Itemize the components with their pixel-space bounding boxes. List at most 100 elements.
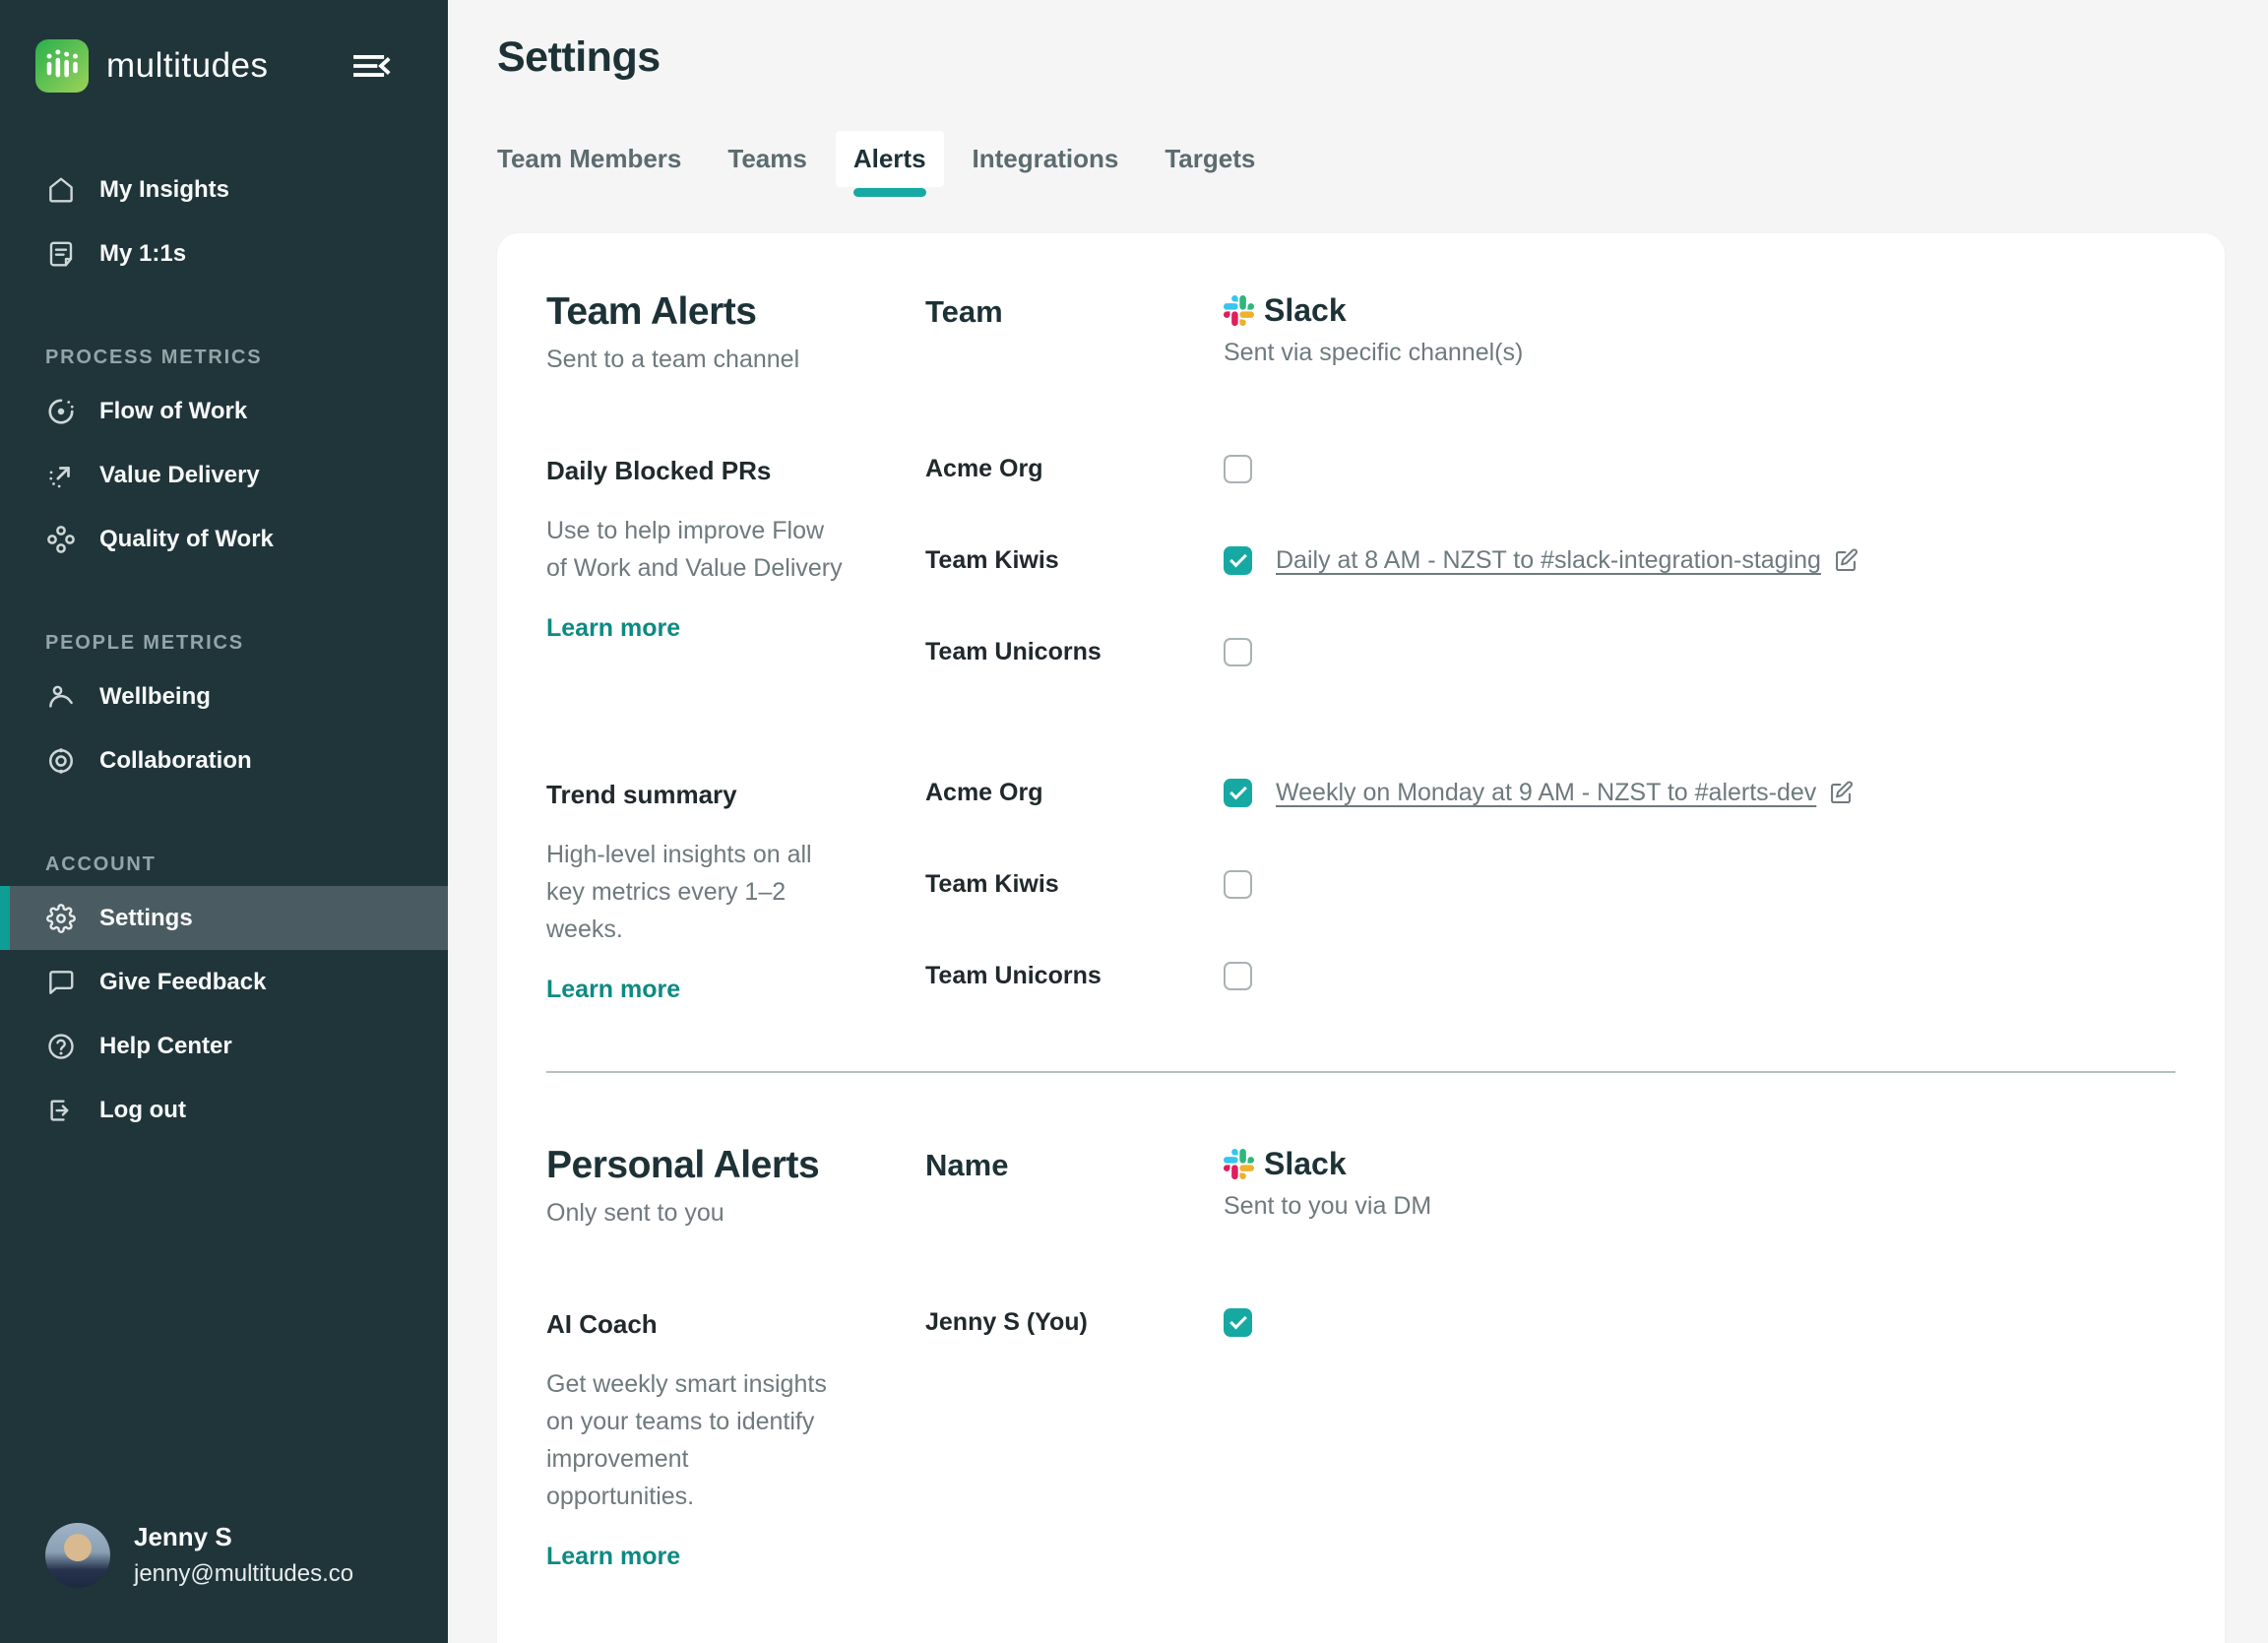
alert-group-trend-summary: Trend summary High-level insights on all…: [546, 747, 2175, 1022]
team-label: Acme Org: [925, 455, 1224, 483]
sidebar: multitudes My Insights My 1:1s PROCESS M…: [0, 0, 448, 1643]
tab-targets[interactable]: Targets: [1147, 131, 1273, 197]
learn-more-link[interactable]: Learn more: [546, 614, 680, 643]
alert-name: 1:1 prompts: [546, 1628, 925, 1643]
nav-label: Log out: [99, 1097, 186, 1124]
alerts-card: Team Alerts Sent to a team channel Team …: [497, 233, 2225, 1643]
tab-integrations[interactable]: Integrations: [955, 131, 1137, 197]
alert-row: Acme Org Weekly on Monday at 9 AM - NZST…: [925, 747, 2175, 839]
learn-more-link[interactable]: Learn more: [546, 976, 680, 1004]
team-label: Team Kiwis: [925, 546, 1224, 575]
team-alerts-header: Team Alerts Sent to a team channel Team …: [546, 290, 2175, 374]
name-label: Jenny S (You): [925, 1308, 1224, 1337]
nav-label: Collaboration: [99, 747, 252, 775]
brand: multitudes: [35, 39, 269, 93]
flow-of-work-icon: [45, 397, 77, 426]
sidebar-item-my-insights[interactable]: My Insights: [0, 158, 448, 221]
user-info: Jenny S jenny@multitudes.co: [134, 1522, 353, 1588]
learn-more-link[interactable]: Learn more: [546, 1543, 680, 1571]
team-label: Team Unicorns: [925, 638, 1224, 666]
sidebar-item-help-center[interactable]: Help Center: [0, 1014, 448, 1078]
sidebar-item-value-delivery[interactable]: Value Delivery: [0, 443, 448, 507]
nav-label: Flow of Work: [99, 398, 247, 425]
sidebar-item-give-feedback[interactable]: Give Feedback: [0, 950, 448, 1014]
sidebar-collapse-button[interactable]: [351, 49, 393, 83]
alert-checkbox[interactable]: [1224, 455, 1252, 483]
slack-icon: [1224, 1149, 1254, 1179]
nav-label: Give Feedback: [99, 969, 266, 996]
tab-alerts[interactable]: Alerts: [836, 131, 944, 197]
section-title-process-metrics: PROCESS METRICS: [0, 347, 448, 369]
main-content: Settings Team Members Teams Alerts Integ…: [448, 0, 2268, 1643]
alert-checkbox[interactable]: [1224, 779, 1252, 807]
edit-icon: [1828, 780, 1855, 806]
logout-icon: [45, 1096, 77, 1125]
sidebar-item-my-1-1s[interactable]: My 1:1s: [0, 221, 448, 285]
schedule-link[interactable]: Weekly on Monday at 9 AM - NZST to #aler…: [1276, 779, 1855, 807]
multitudes-logo-icon: [35, 39, 89, 93]
brand-row: multitudes: [0, 0, 448, 93]
name-column-header: Name: [925, 1144, 1224, 1183]
sidebar-item-flow-of-work[interactable]: Flow of Work: [0, 379, 448, 443]
user-name: Jenny S: [134, 1522, 353, 1552]
alert-name: AI Coach: [546, 1277, 925, 1340]
alert-group-ai-coach: AI Coach Get weekly smart insights on yo…: [546, 1277, 2175, 1571]
alert-description: Get weekly smart insights on your teams …: [546, 1365, 832, 1515]
alert-checkbox[interactable]: [1224, 546, 1252, 575]
alert-description: Use to help improve Flow of Work and Val…: [546, 512, 850, 587]
sidebar-item-collaboration[interactable]: Collaboration: [0, 728, 448, 792]
alert-checkbox[interactable]: [1224, 870, 1252, 899]
sidebar-item-wellbeing[interactable]: Wellbeing: [0, 664, 448, 728]
tab-teams[interactable]: Teams: [710, 131, 824, 197]
schedule-text: Weekly on Monday at 9 AM - NZST to #aler…: [1276, 779, 1816, 807]
personal-alerts-heading: Personal Alerts: [546, 1144, 925, 1187]
person-icon: [45, 682, 77, 712]
slack-subtitle: Sent to you via DM: [1224, 1192, 2175, 1221]
alert-row: Acme Org: [925, 423, 2175, 515]
team-label: Acme Org: [925, 779, 1224, 807]
sidebar-nav: My Insights My 1:1s PROCESS METRICS Flow…: [0, 158, 448, 1142]
collaboration-icon: [45, 746, 77, 776]
alert-description: High-level insights on all key metrics e…: [546, 836, 850, 948]
sidebar-item-log-out[interactable]: Log out: [0, 1078, 448, 1142]
tab-label: Alerts: [836, 131, 944, 187]
quality-of-work-icon: [45, 525, 77, 554]
alert-name: Daily Blocked PRs: [546, 423, 925, 486]
alert-row: Team Kiwis Daily at 8 AM - NZST to #slac…: [925, 515, 2175, 606]
team-label: Team Unicorns: [925, 962, 1224, 990]
alert-row: Team Kiwis: [925, 839, 2175, 930]
personal-alerts-header: Personal Alerts Only sent to you Name Sl…: [546, 1144, 2175, 1228]
slack-subtitle: Sent via specific channel(s): [1224, 339, 2175, 367]
alert-row: Jenny S (You): [925, 1277, 2175, 1368]
value-delivery-icon: [45, 461, 77, 490]
slack-label: Slack: [1264, 292, 1347, 329]
slack-header: Slack: [1224, 1144, 2175, 1182]
alert-checkbox[interactable]: [1224, 1308, 1252, 1337]
nav-label: Settings: [99, 905, 193, 932]
gear-icon: [45, 904, 77, 933]
speech-bubble-icon: [45, 968, 77, 997]
home-icon: [45, 175, 77, 205]
tab-team-members[interactable]: Team Members: [479, 131, 699, 197]
tabs: Team Members Teams Alerts Integrations T…: [479, 131, 2225, 197]
sidebar-item-quality-of-work[interactable]: Quality of Work: [0, 507, 448, 571]
page-title: Settings: [497, 33, 2225, 82]
tab-label: Teams: [710, 131, 824, 187]
schedule-text: Daily at 8 AM - NZST to #slack-integrati…: [1276, 546, 1821, 575]
brand-name: multitudes: [106, 46, 269, 86]
document-icon: [45, 239, 77, 269]
edit-icon: [1833, 547, 1859, 574]
sidebar-item-settings[interactable]: Settings: [0, 886, 448, 950]
alert-name: Trend summary: [546, 747, 925, 810]
team-column-header: Team: [925, 290, 1224, 330]
nav-label: Help Center: [99, 1033, 232, 1060]
alert-checkbox[interactable]: [1224, 962, 1252, 990]
section-title-people-metrics: PEOPLE METRICS: [0, 632, 448, 655]
slack-header: Slack: [1224, 290, 2175, 329]
help-icon: [45, 1032, 77, 1061]
alert-checkbox[interactable]: [1224, 638, 1252, 666]
alert-row: Team Unicorns: [925, 606, 2175, 698]
schedule-link[interactable]: Daily at 8 AM - NZST to #slack-integrati…: [1276, 546, 1859, 575]
tab-label: Integrations: [955, 131, 1137, 187]
team-alerts-heading: Team Alerts: [546, 290, 925, 334]
